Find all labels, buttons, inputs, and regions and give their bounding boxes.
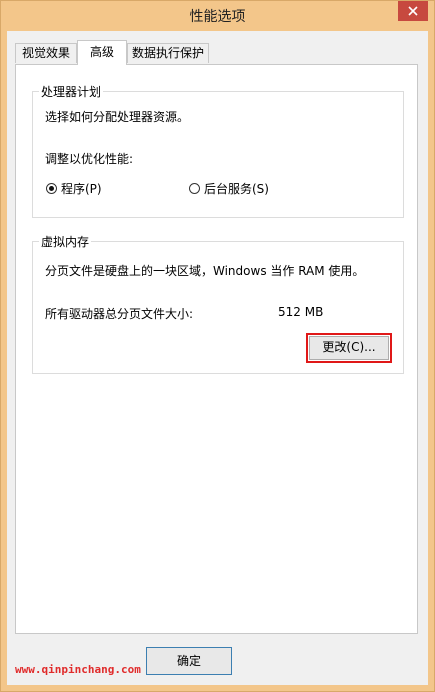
programs-radio[interactable] [46, 183, 57, 194]
title-bar[interactable]: 性能选项 [1, 1, 434, 31]
processor-scheduling-title: 处理器计划 [39, 83, 104, 100]
close-button[interactable] [398, 1, 428, 21]
dialog-client-area: 视觉效果 高级 数据执行保护 处理器计划 选择如何分配处理器资源。 调整以优化性… [7, 31, 428, 685]
paging-file-size-label: 所有驱动器总分页文件大小: [45, 307, 194, 321]
advanced-tab-panel: 处理器计划 选择如何分配处理器资源。 调整以优化性能: 程序(P) 后台服务(S… [15, 64, 418, 634]
close-icon [408, 6, 418, 16]
tab-visual-effects[interactable]: 视觉效果 [15, 43, 77, 63]
virtual-memory-description: 分页文件是硬盘上的一块区域，Windows 当作 RAM 使用。 [45, 264, 365, 278]
adjust-performance-label: 调整以优化性能: [45, 152, 134, 166]
watermark-text: www.qinpinchang.com [15, 663, 141, 676]
change-button[interactable]: 更改(C)... [306, 333, 392, 363]
tab-advanced[interactable]: 高级 [77, 40, 127, 65]
window-title: 性能选项 [189, 9, 246, 25]
paging-file-size-value: 512 MB [278, 305, 324, 319]
processor-scheduling-group: 处理器计划 选择如何分配处理器资源。 调整以优化性能: 程序(P) 后台服务(S… [32, 83, 404, 218]
virtual-memory-group: 虚拟内存 分页文件是硬盘上的一块区域，Windows 当作 RAM 使用。 所有… [32, 233, 404, 374]
performance-options-window: 性能选项 视觉效果 高级 数据执行保护 处理器计划 选择如何分配处理器资源。 调… [0, 0, 435, 692]
tab-data-execution-prevention[interactable]: 数据执行保护 [127, 43, 209, 63]
background-services-radio-label[interactable]: 后台服务(S) [204, 180, 269, 197]
virtual-memory-title: 虚拟内存 [39, 233, 92, 250]
programs-radio-label[interactable]: 程序(P) [61, 180, 102, 197]
ok-button[interactable]: 确定 [146, 647, 232, 675]
processor-description: 选择如何分配处理器资源。 [45, 110, 190, 124]
background-services-radio[interactable] [189, 183, 200, 194]
